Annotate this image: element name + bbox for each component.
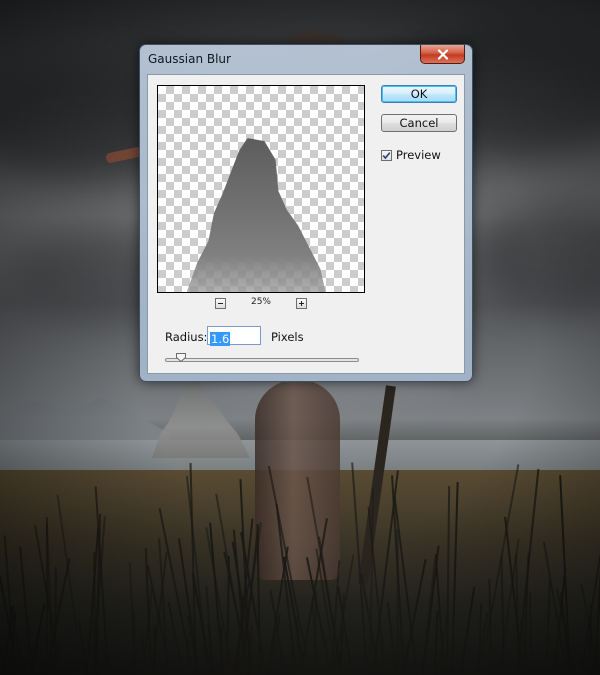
plus-icon [299, 301, 304, 306]
ok-button[interactable]: OK [381, 85, 457, 103]
close-icon [437, 48, 448, 60]
title-bar[interactable]: Gaussian Blur [140, 45, 472, 74]
zoom-out-button[interactable] [215, 298, 226, 309]
preview-checkbox-row[interactable]: Preview [381, 148, 441, 162]
close-button[interactable] [420, 45, 465, 64]
photoshop-canvas: Gaussian Blur 25% OK Cancel Preview Radi… [0, 0, 600, 675]
preview-label: Preview [396, 148, 441, 162]
zoom-controls: 25% [157, 297, 365, 312]
checkmark-icon [382, 151, 391, 159]
dialog-body: 25% OK Cancel Preview Radius: 1.6 Pixels [147, 74, 465, 374]
radius-units-label: Pixels [271, 330, 304, 344]
radius-label: Radius: [165, 330, 208, 344]
cancel-button[interactable]: Cancel [381, 114, 457, 132]
minus-icon [218, 303, 223, 304]
zoom-in-button[interactable] [296, 298, 307, 309]
storm-cloud [470, 200, 600, 310]
preview-window[interactable] [157, 85, 365, 293]
radius-input[interactable]: 1.6 [207, 326, 261, 346]
radius-slider-thumb[interactable] [175, 353, 186, 362]
radius-value: 1.6 [210, 332, 231, 346]
gaussian-blur-dialog: Gaussian Blur 25% OK Cancel Preview Radi… [139, 44, 473, 382]
dialog-title: Gaussian Blur [148, 52, 231, 66]
preview-rock-image [186, 138, 326, 292]
figure-body [255, 380, 340, 580]
zoom-level: 25% [250, 297, 271, 307]
preview-checkbox[interactable] [381, 149, 392, 161]
radius-slider-track[interactable] [165, 358, 359, 362]
